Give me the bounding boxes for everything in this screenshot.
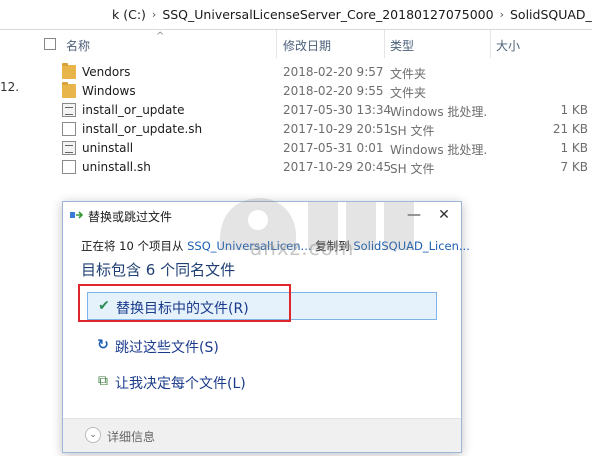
skip-icon: ↻ — [97, 337, 109, 353]
skip-files-label: 跳过这些文件(S) — [115, 340, 219, 356]
annotation-highlight-box — [78, 284, 291, 322]
file-date: 2017-05-31 0:01 — [283, 141, 384, 155]
column-size[interactable]: 大小 — [496, 37, 520, 54]
nav-item-partial[interactable]: 12. — [0, 80, 19, 94]
file-row[interactable]: uninstall 2017-05-31 0:01 Windows 批处理...… — [36, 139, 592, 158]
file-row[interactable]: Windows 2018-02-20 9:55 文件夹 — [36, 82, 592, 101]
column-date[interactable]: 修改日期 — [283, 37, 331, 54]
file-type: SH 文件 — [390, 124, 435, 138]
file-type: Windows 批处理... — [390, 143, 486, 157]
decide-icon: ⧉ — [98, 373, 108, 389]
file-row[interactable]: uninstall.sh 2017-10-29 20:45 SH 文件 7 KB — [36, 158, 592, 177]
file-type: 文件夹 — [390, 67, 427, 81]
batch-file-icon — [62, 103, 76, 117]
file-type: Windows 批处理... — [390, 105, 486, 119]
breadcrumb-current[interactable]: SolidSQUAD_License_Servers — [510, 7, 592, 22]
chevron-down-icon[interactable]: ⌄ — [85, 427, 101, 443]
folder-icon — [62, 63, 76, 79]
file-icon — [62, 122, 76, 136]
file-name: install_or_update — [82, 103, 185, 117]
file-size: 1 KB — [560, 103, 588, 117]
file-date: 2017-10-29 20:51 — [283, 122, 392, 136]
file-name: Windows — [82, 84, 136, 98]
breadcrumb-separator: › — [151, 8, 157, 21]
file-name: install_or_update.sh — [82, 122, 203, 136]
select-all-checkbox[interactable] — [44, 38, 56, 50]
file-type: SH 文件 — [390, 162, 435, 176]
column-divider[interactable] — [384, 30, 385, 58]
dialog-title-bar[interactable]: 替换或跳过文件 — ✕ — [63, 202, 461, 228]
column-type[interactable]: 类型 — [390, 37, 414, 54]
file-row[interactable]: Vendors 2018-02-20 9:57 文件夹 — [36, 63, 592, 82]
breadcrumb-separator: › — [499, 8, 504, 21]
column-header: 名称 ^ 修改日期 类型 大小 — [36, 30, 592, 58]
breadcrumb-folder[interactable]: SSQ_UniversalLicenseServer_Core_20180127… — [162, 7, 493, 22]
sort-up-icon: ^ — [156, 31, 165, 42]
decide-each-file-option[interactable]: ⧉ 让我决定每个文件(L) — [87, 368, 437, 396]
address-bar[interactable]: k (C:) › SSQ_UniversalLicenseServer_Core… — [0, 0, 592, 30]
file-size: 21 KB — [552, 122, 588, 136]
file-date: 2018-02-20 9:55 — [283, 84, 384, 98]
navigation-pane: 12. — [0, 30, 34, 456]
file-name: Vendors — [82, 65, 131, 79]
file-row[interactable]: install_or_update 2017-05-30 13:34 Windo… — [36, 101, 592, 120]
file-icon — [62, 160, 76, 174]
copy-info-prefix: 正在将 10 个项目从 — [81, 239, 184, 253]
decide-each-file-label: 让我决定每个文件(L) — [115, 376, 246, 392]
dialog-footer: ⌄ 详细信息 — [63, 418, 461, 452]
file-size: 1 KB — [560, 141, 588, 155]
target-link[interactable]: SolidSQUAD_Licen... — [353, 239, 470, 253]
file-type: 文件夹 — [390, 86, 427, 100]
file-date: 2017-05-30 13:34 — [283, 103, 392, 117]
dialog-heading: 目标包含 6 个同名文件 — [81, 261, 236, 279]
skip-files-option[interactable]: ↻ 跳过这些文件(S) — [87, 332, 437, 360]
dialog-title: 替换或跳过文件 — [88, 210, 173, 224]
file-name: uninstall — [82, 141, 134, 155]
column-divider[interactable] — [276, 30, 277, 58]
file-size: 7 KB — [560, 160, 588, 174]
folder-icon — [62, 82, 76, 98]
watermark-text: anxz.com — [250, 236, 355, 260]
column-divider[interactable] — [490, 30, 491, 58]
file-date: 2018-02-20 9:57 — [283, 65, 384, 79]
breadcrumb-drive[interactable]: k (C:) — [112, 7, 146, 22]
file-name: uninstall.sh — [82, 160, 151, 174]
details-toggle[interactable]: 详细信息 — [107, 428, 155, 445]
column-name[interactable]: 名称 — [66, 37, 90, 54]
batch-file-icon — [62, 141, 76, 155]
copy-arrows-icon — [70, 211, 84, 219]
minimize-button[interactable]: — — [401, 205, 427, 225]
file-date: 2017-10-29 20:45 — [283, 160, 392, 174]
file-row[interactable]: install_or_update.sh 2017-10-29 20:51 SH… — [36, 120, 592, 139]
close-button[interactable]: ✕ — [431, 205, 457, 225]
